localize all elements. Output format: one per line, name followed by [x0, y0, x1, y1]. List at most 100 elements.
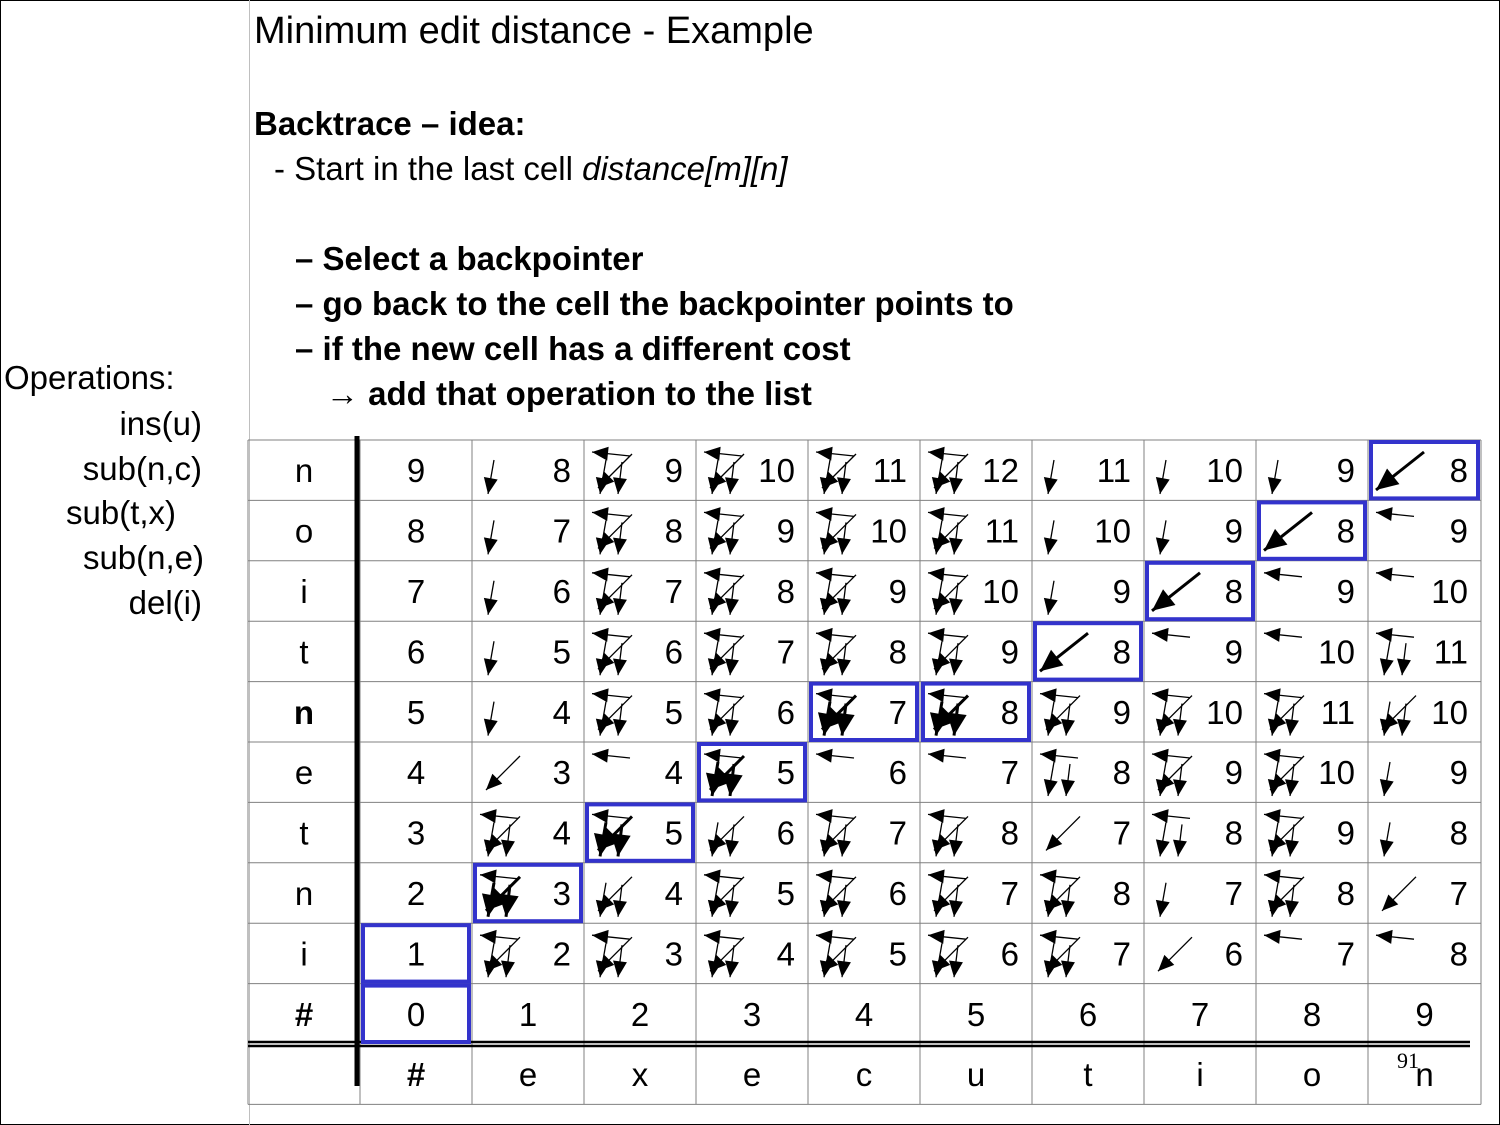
cell-value: 6	[889, 754, 907, 791]
cell-value: 8	[1450, 815, 1468, 852]
backpointer-arrowhead	[1043, 899, 1058, 917]
backpointer-arrowhead	[1155, 899, 1170, 917]
cell-value: 11	[1434, 633, 1468, 670]
cell-value: 8	[665, 513, 683, 550]
backpointer-arrowhead	[949, 598, 963, 615]
cell-value: 3	[553, 754, 571, 791]
cell-value: 1	[407, 935, 425, 972]
target-char: c	[856, 1056, 873, 1093]
cell-value: 9	[1337, 573, 1355, 610]
backpointer-arrowhead	[1043, 537, 1058, 555]
backpointer-arrowhead	[1264, 528, 1288, 551]
cell-value: 6	[777, 694, 795, 731]
backpointer-arrowhead	[1379, 658, 1394, 676]
target-char: o	[1303, 1056, 1321, 1093]
backpointer-arrowhead	[595, 597, 610, 615]
backpointer-arrowhead	[931, 899, 946, 917]
backpointer-arrowhead	[837, 477, 851, 494]
backpointer-arrowhead	[1155, 537, 1170, 555]
cell-value: 8	[777, 573, 795, 610]
backpointer-arrowhead	[483, 537, 498, 555]
source-row-label: n	[294, 694, 314, 731]
cell-value: 8	[1113, 633, 1131, 670]
backpointer-arrowhead	[707, 839, 722, 857]
backpointer-arrowhead	[595, 899, 610, 917]
cell-value: 7	[1225, 875, 1243, 912]
cell-value: 6	[889, 875, 907, 912]
target-char: x	[632, 1056, 649, 1093]
backpointer-arrowhead	[1155, 779, 1170, 796]
cell-value: 11	[985, 513, 1019, 550]
backpointer-arrowhead	[483, 658, 498, 676]
target-char: i	[1196, 1056, 1203, 1093]
backpointer-arrowhead	[610, 833, 631, 857]
backpointer-arrowhead	[1285, 839, 1299, 857]
backpointer-arrowhead	[1040, 688, 1057, 703]
base-row-value: 9	[1415, 996, 1433, 1033]
base-row-value: 6	[1079, 996, 1097, 1033]
backpointer-arrowhead	[704, 507, 721, 522]
backpointer-arrowhead	[725, 718, 739, 736]
backpointer-arrowhead	[928, 748, 945, 763]
cell-value: 9	[1001, 633, 1019, 670]
cell-value: 3	[407, 815, 425, 852]
backpointer-arrowhead	[1267, 718, 1282, 736]
backpointer-arrowhead	[1267, 839, 1282, 857]
cell-value: 8	[1001, 815, 1019, 852]
cell-value: 10	[1318, 754, 1355, 791]
cell-value: 8	[407, 513, 425, 550]
cell-value: 9	[777, 513, 795, 550]
cell-value: 8	[1001, 694, 1019, 731]
backpointer-arrowhead	[816, 748, 833, 763]
backpointer-arrowhead	[483, 960, 498, 978]
cell-value: 7	[1001, 875, 1019, 912]
cell-value: 4	[553, 694, 571, 731]
backpointer-arrowhead	[819, 477, 834, 494]
cell-value: 6	[777, 815, 795, 852]
backpointer-arrowhead	[1285, 718, 1299, 736]
backpointer-arrowhead	[592, 627, 609, 642]
target-char: #	[407, 1056, 425, 1093]
base-row-value: 4	[855, 996, 873, 1033]
backpointer-arrowhead	[819, 899, 834, 917]
cell-value: 5	[407, 694, 425, 731]
backpointer-arrowhead	[949, 658, 963, 676]
backpointer-arrowhead	[613, 960, 627, 978]
backpointer-arrowhead	[949, 839, 963, 857]
base-row-value: 2	[631, 996, 649, 1033]
backpointer-arrowhead	[819, 960, 834, 978]
cell-value: 9	[407, 452, 425, 489]
backpointer-arrowhead	[613, 598, 627, 615]
backpointer-arrowhead	[1173, 718, 1187, 736]
backpointer-arrowhead	[928, 567, 945, 582]
backpointer-arrowhead	[949, 960, 963, 978]
backpointer-arrowhead	[819, 839, 834, 857]
base-row-value: 7	[1191, 996, 1209, 1033]
cell-value: 8	[889, 633, 907, 670]
cell-value: 2	[553, 935, 571, 972]
backpointer-arrowhead	[592, 748, 609, 763]
backpointer-arrowhead	[498, 893, 519, 917]
backpointer-arrowhead	[1043, 477, 1058, 494]
cell-value: 10	[1206, 452, 1243, 489]
backpointer-arrowhead	[1152, 748, 1169, 763]
cell-value: 5	[777, 875, 795, 912]
backpointer-arrowhead	[613, 718, 627, 736]
edit-distance-table: n 9 8 9 10 11 12 11 10 9 8o 8 7 8 9 10 11 10 9 8 9i 7 6 7 8 9 10 9 8…	[247, 436, 1482, 1105]
cell-value: 4	[777, 935, 795, 972]
cell-value: 10	[982, 573, 1019, 610]
backpointer-arrowhead	[928, 688, 945, 703]
target-char: e	[743, 1056, 761, 1093]
backpointer-arrowhead	[949, 537, 963, 555]
cell-value: 5	[665, 815, 683, 852]
backpointer-arrowhead	[704, 929, 721, 944]
backpointer-arrowhead	[931, 839, 946, 857]
backpointer-arrowhead	[928, 507, 945, 522]
cell-value: 9	[665, 452, 683, 489]
backpointer-arrowhead	[1376, 468, 1400, 490]
backpointer-arrowhead	[501, 839, 515, 857]
cell-value: 7	[407, 573, 425, 610]
backpointer-arrowhead	[1061, 718, 1075, 736]
backpointer-arrowhead	[1040, 929, 1057, 944]
backpointer-arrowhead	[816, 869, 833, 884]
